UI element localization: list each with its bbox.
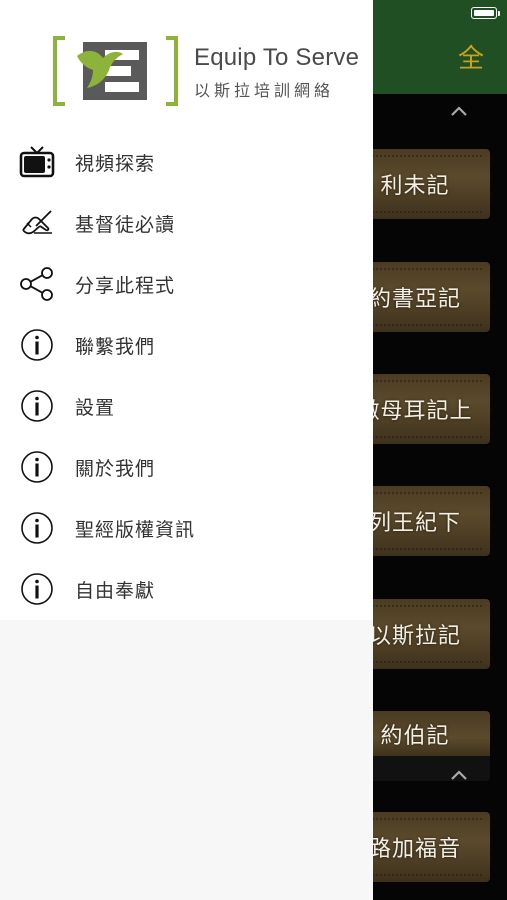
menu-item-label: 分享此程式: [75, 274, 176, 297]
menu-item-bible-copyright[interactable]: 聖經版權資訊: [0, 503, 373, 553]
menu-item-label: 關於我們: [75, 457, 156, 480]
brand-subtitle: 以斯拉培訓網絡: [194, 81, 335, 100]
info-icon: [18, 509, 56, 547]
menu-item-label: 自由奉獻: [75, 579, 156, 602]
show-all-button[interactable]: 全: [456, 44, 486, 74]
writing-hand-icon: [18, 204, 56, 242]
menu-item-about-us[interactable]: 關於我們: [0, 442, 373, 492]
menu-item-settings[interactable]: 設置: [0, 381, 373, 431]
menu-item-donate[interactable]: 自由奉獻: [0, 564, 373, 614]
menu-item-contact-us[interactable]: 聯繫我們: [0, 320, 373, 370]
menu-item-label: 聖經版權資訊: [75, 518, 196, 541]
info-icon: [18, 326, 56, 364]
menu-item-label: 視頻探索: [75, 152, 156, 175]
menu-item-video-explore[interactable]: 視頻探索: [0, 137, 373, 187]
info-icon: [18, 448, 56, 486]
chevron-up-icon[interactable]: [448, 100, 470, 122]
menu-item-share-app[interactable]: 分享此程式: [0, 259, 373, 309]
chevron-up-icon[interactable]: [448, 764, 470, 786]
menu-item-label: 聯繫我們: [75, 335, 156, 358]
side-drawer: Equip To Serve 以斯拉培訓網絡 視頻探索 基督徒必讀 分享此程式 …: [0, 0, 373, 900]
tv-icon: [18, 143, 56, 181]
info-icon: [18, 387, 56, 425]
menu-item-label: 設置: [75, 396, 116, 419]
battery-full-icon: [471, 7, 500, 19]
menu-item-label: 基督徒必讀: [75, 213, 176, 236]
menu-item-christian-reading[interactable]: 基督徒必讀: [0, 198, 373, 248]
equip-to-serve-logo: [53, 36, 178, 106]
brand-name: Equip To Serve: [194, 44, 360, 71]
info-icon: [18, 570, 56, 608]
share-icon: [18, 265, 56, 303]
